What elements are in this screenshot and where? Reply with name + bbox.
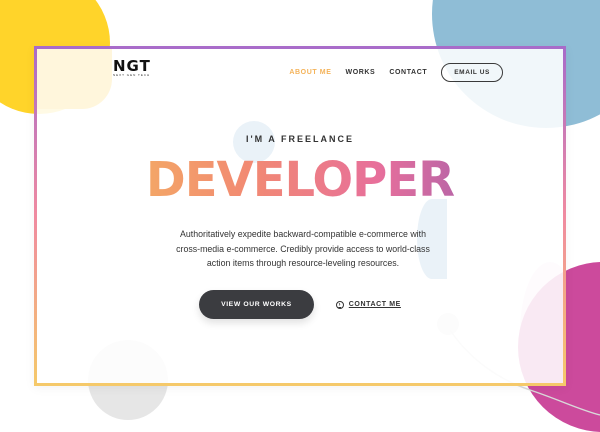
hero-eyebrow: I'M A FREELANCE xyxy=(246,134,354,144)
page-canvas: NGT NEXT GEN TECH ABOUT ME WORKS CONTACT… xyxy=(0,0,600,432)
brand-logo[interactable]: NGT NEXT GEN TECH xyxy=(113,57,151,78)
hero-card: NGT NEXT GEN TECH ABOUT ME WORKS CONTACT… xyxy=(34,46,566,386)
nav-item-about-me[interactable]: ABOUT ME xyxy=(289,69,331,76)
logo-subtext: NEXT GEN TECH xyxy=(113,73,151,77)
nav-item-contact[interactable]: CONTACT xyxy=(389,69,427,76)
view-our-works-button[interactable]: VIEW OUR WORKS xyxy=(199,290,314,319)
email-us-button[interactable]: EMAIL US xyxy=(441,63,503,82)
logo-mark: NGT xyxy=(113,57,151,75)
contact-me-link[interactable]: › CONTACT ME xyxy=(335,300,401,309)
nav-item-works[interactable]: WORKS xyxy=(346,69,376,76)
arrow-circle-icon: › xyxy=(335,300,344,309)
cta-row: VIEW OUR WORKS › CONTACT ME xyxy=(37,290,563,319)
top-navigation: ABOUT ME WORKS CONTACT EMAIL US xyxy=(289,63,503,82)
hero-description: Authoritatively expedite backward-compat… xyxy=(176,229,430,268)
decorative-inner-yellow xyxy=(37,49,112,109)
contact-me-label: CONTACT ME xyxy=(348,301,401,308)
hero-headline: DEVELOPER xyxy=(37,152,563,208)
